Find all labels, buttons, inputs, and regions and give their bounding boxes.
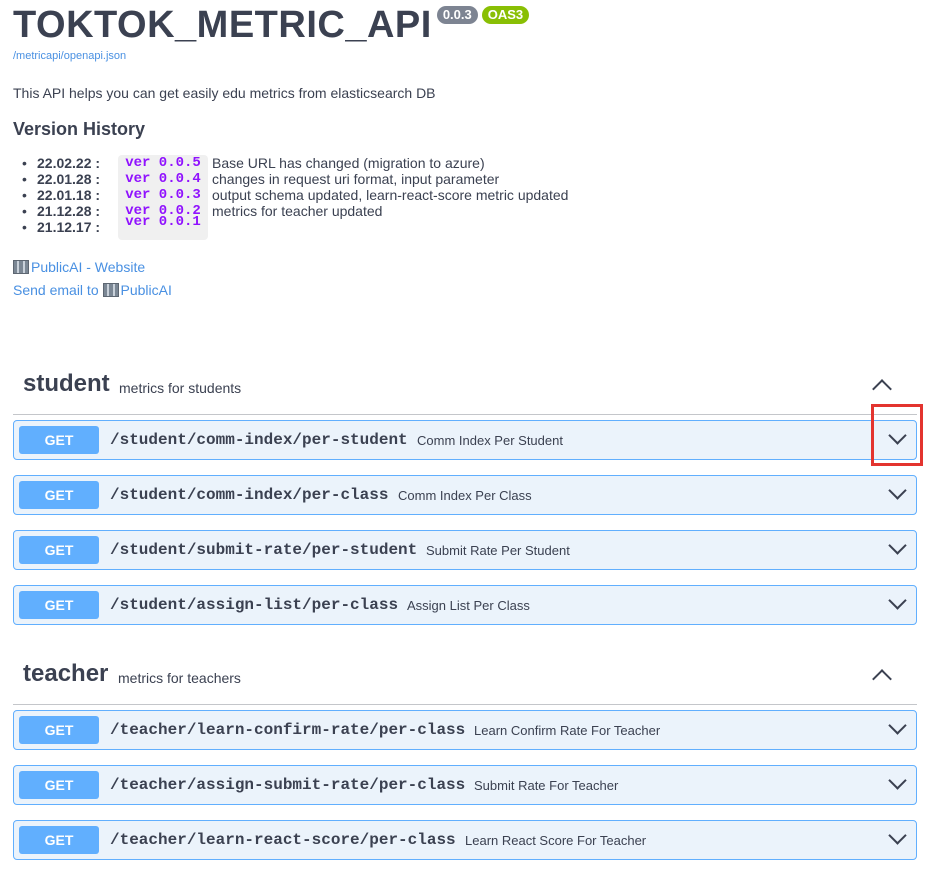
- get-method-badge: GET: [19, 536, 99, 564]
- operation-path: /student/submit-rate/per-student: [110, 541, 418, 559]
- get-method-badge: GET: [19, 426, 99, 454]
- operation-path: /student/comm-index/per-class: [110, 486, 389, 504]
- operation-path: /teacher/learn-react-score/per-class: [110, 831, 456, 849]
- version-history-item: 22.01.28 : ver 0.0.4 changes in request …: [22, 171, 568, 187]
- tag-header-student[interactable]: student metrics for students: [13, 368, 917, 415]
- operation-row[interactable]: GET /student/submit-rate/per-student Sub…: [13, 530, 917, 570]
- tag-name: student: [23, 370, 110, 397]
- history-date: 22.01.28: [37, 171, 92, 187]
- api-title-row: TOKTOK_METRIC_API 0.0.3 OAS3: [13, 2, 530, 48]
- operation-row[interactable]: GET /teacher/learn-confirm-rate/per-clas…: [13, 710, 917, 750]
- get-method-badge: GET: [19, 481, 99, 509]
- operation-summary: Learn React Score For Teacher: [465, 833, 647, 848]
- operation-row[interactable]: GET /teacher/learn-react-score/per-class…: [13, 820, 917, 860]
- history-version: ver 0.0.5: [118, 155, 208, 171]
- history-version: ver 0.0.4: [118, 171, 208, 187]
- operation-path: /student/assign-list/per-class: [110, 596, 399, 614]
- version-history-item: 22.02.22 : ver 0.0.5 Base URL has change…: [22, 155, 568, 171]
- chevron-down-icon[interactable]: [888, 481, 907, 500]
- version-history-item: 21.12.17 : ver 0.0.1: [22, 214, 568, 240]
- chevron-down-icon[interactable]: [888, 536, 907, 555]
- tag-header-teacher[interactable]: teacher metrics for teachers: [13, 658, 917, 705]
- version-history-list: 22.02.22 : ver 0.0.5 Base URL has change…: [22, 155, 569, 240]
- history-date: 22.01.18: [37, 187, 92, 203]
- operation-path: /teacher/learn-confirm-rate/per-class: [110, 721, 466, 739]
- operation-row[interactable]: GET /student/comm-index/per-student Comm…: [13, 420, 917, 460]
- operation-row[interactable]: GET /teacher/assign-submit-rate/per-clas…: [13, 765, 917, 805]
- chevron-up-icon[interactable]: [872, 669, 892, 689]
- operation-summary: Comm Index Per Student: [417, 433, 563, 448]
- chevron-down-icon[interactable]: [888, 591, 907, 610]
- version-history-item: 22.01.18 : ver 0.0.3 output schema updat…: [22, 187, 569, 203]
- history-note: Base URL has changed (migration to azure…: [212, 155, 485, 171]
- highlight-box: [871, 404, 923, 466]
- operation-summary: Comm Index Per Class: [398, 488, 532, 503]
- tag-name: teacher: [23, 660, 109, 687]
- chevron-down-icon[interactable]: [888, 716, 907, 735]
- history-version: ver 0.0.1: [118, 214, 208, 240]
- operation-row[interactable]: GET /student/assign-list/per-class Assig…: [13, 585, 917, 625]
- history-note: metrics for teacher updated: [212, 203, 383, 219]
- history-note: changes in request uri format, input par…: [212, 171, 500, 187]
- tag-description: metrics for students: [119, 380, 242, 396]
- api-title: TOKTOK_METRIC_API: [13, 4, 432, 46]
- office-building-icon: [13, 260, 29, 274]
- operation-summary: Learn Confirm Rate For Teacher: [474, 723, 661, 738]
- version-history-heading: Version History: [13, 119, 146, 139]
- oas-badge: OAS3: [481, 6, 530, 24]
- operation-path: /teacher/assign-submit-rate/per-class: [110, 776, 466, 794]
- get-method-badge: GET: [19, 771, 99, 799]
- tag-description: metrics for teachers: [118, 670, 241, 686]
- history-date: 22.02.22: [37, 155, 92, 171]
- history-date: 21.12.17: [37, 219, 92, 235]
- get-method-badge: GET: [19, 591, 99, 619]
- chevron-up-icon[interactable]: [872, 379, 892, 399]
- version-history-item: 21.12.28 : ver 0.0.2 metrics for teacher…: [22, 203, 568, 219]
- api-description: This API helps you can get easily edu me…: [13, 85, 436, 101]
- openapi-spec-link[interactable]: /metricapi/openapi.json: [13, 50, 126, 62]
- history-note: output schema updated, learn-react-score…: [212, 187, 569, 203]
- operation-summary: Submit Rate For Teacher: [474, 778, 619, 793]
- version-badge: 0.0.3: [436, 6, 478, 24]
- chevron-down-icon[interactable]: [888, 771, 907, 790]
- history-version: ver 0.0.3: [118, 187, 208, 203]
- get-method-badge: GET: [19, 826, 99, 854]
- history-date: 21.12.28: [37, 203, 92, 219]
- get-method-badge: GET: [19, 716, 99, 744]
- chevron-down-icon[interactable]: [888, 826, 907, 845]
- website-link[interactable]: PublicAI - Website: [13, 259, 145, 275]
- office-building-icon: [102, 283, 119, 297]
- operation-path: /student/comm-index/per-student: [110, 431, 408, 449]
- operation-row[interactable]: GET /student/comm-index/per-class Comm I…: [13, 475, 917, 515]
- operation-summary: Assign List Per Class: [407, 598, 530, 613]
- email-link[interactable]: Send email to PublicAI: [13, 282, 172, 298]
- operation-summary: Submit Rate Per Student: [426, 543, 570, 558]
